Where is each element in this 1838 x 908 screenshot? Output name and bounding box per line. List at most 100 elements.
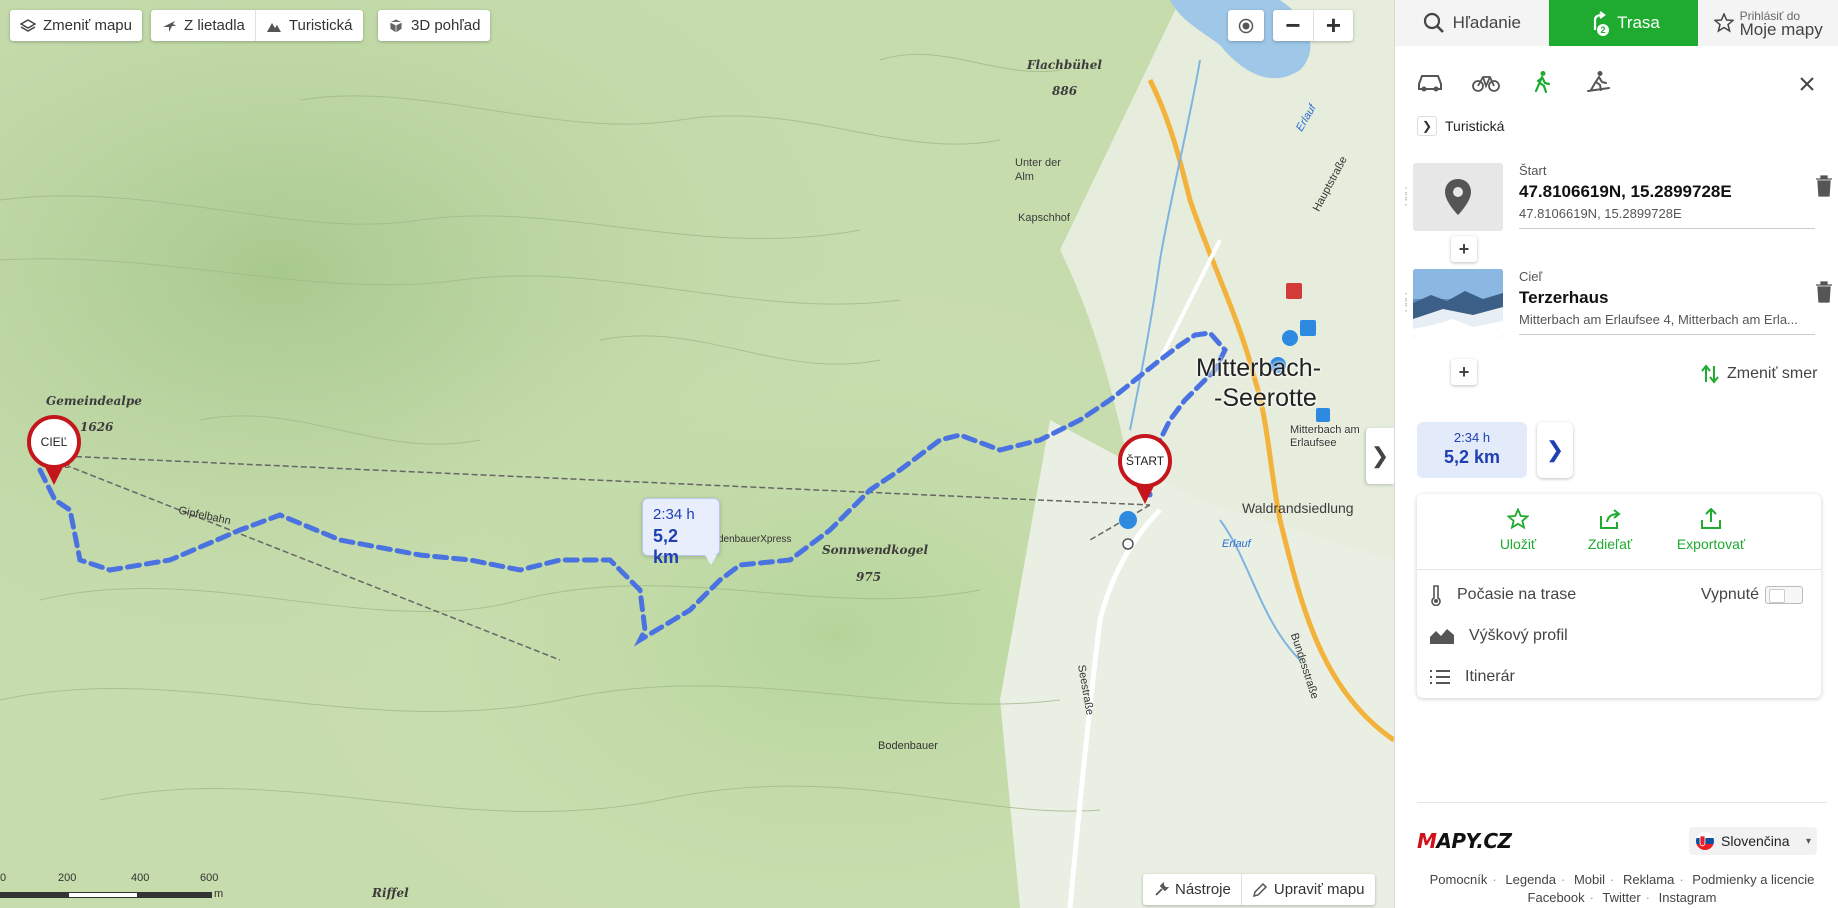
close-route-button[interactable] (1795, 72, 1819, 96)
link-help[interactable]: Pomocník (1430, 872, 1488, 887)
label-kapschhof: Kapschhof (1018, 212, 1070, 224)
label-gemeindealpe-elevation: 1626 (80, 420, 114, 434)
swap-direction-button[interactable]: Zmeniť smer (1701, 364, 1817, 384)
locate-button[interactable] (1228, 10, 1264, 41)
save-route-button[interactable]: Uložiť (1487, 508, 1549, 569)
itinerary-row[interactable]: Itinerár (1417, 656, 1821, 697)
link-terms[interactable]: Podmienky a licencie (1692, 872, 1814, 887)
sidebar-footer: MAPY.CZ Slovenčina ▾ Pomocník · Legenda · … (1417, 802, 1827, 907)
footer-links: Pomocník · Legenda · Mobil · Reklama · Podmi… (1429, 872, 1815, 905)
add-waypoint-end-button[interactable]: + (1451, 359, 1477, 385)
delete-end-button[interactable] (1815, 281, 1833, 306)
3d-view-label: 3D pohľad (411, 17, 481, 34)
change-map-label: Zmeniť mapu (43, 17, 132, 34)
add-waypoint-button[interactable]: + (1451, 236, 1477, 262)
elevation-profile-label: Výškový profil (1469, 626, 1568, 644)
edit-map-button[interactable]: Upraviť mapu (1240, 874, 1375, 905)
tab-route-label: Trasa (1617, 13, 1660, 32)
edit-map-label: Upraviť mapu (1273, 881, 1365, 898)
route-detail-panel: Uložiť Zdieľať Exportovať Počasie na tra… (1417, 494, 1821, 698)
end-pin[interactable]: CIEĽ (27, 415, 81, 491)
link-legend[interactable]: Legenda (1505, 872, 1556, 887)
tourist-button[interactable]: Turistická (254, 10, 363, 41)
bike-icon (1472, 76, 1500, 92)
pencil-icon (1252, 882, 1267, 897)
language-selector[interactable]: Slovenčina ▾ (1689, 827, 1817, 855)
tab-my-maps-bottom: Moje mapy (1739, 20, 1823, 39)
tab-search[interactable]: Hľadanie (1395, 0, 1549, 46)
mode-car[interactable] (1415, 68, 1445, 96)
waypoint-end-info[interactable]: Cieľ Terzerhaus Mitterbach am Erlaufsee … (1519, 269, 1815, 335)
zoom-out-button[interactable]: − (1273, 10, 1313, 41)
mountain-photo-icon (1413, 269, 1503, 337)
label-gemeindealpe: Gemeindealpe (46, 394, 142, 408)
share-icon (1600, 509, 1621, 529)
list-icon (1430, 669, 1450, 684)
route-profile-selector[interactable]: ❯ Turistická (1417, 116, 1504, 136)
waypoint-end[interactable]: ⋮⋮ ⋮⋮ Cieľ Terzerhaus Mitterbach am Erlau… (1399, 269, 1833, 339)
weather-row[interactable]: Počasie na trase Vypnuté (1417, 574, 1821, 615)
link-instagram[interactable]: Instagram (1659, 890, 1717, 905)
waypoint-end-photo (1413, 269, 1503, 337)
route-summary[interactable]: 2:34 h 5,2 km (1417, 422, 1527, 478)
link-facebook[interactable]: Facebook (1528, 890, 1585, 905)
slovak-flag-icon (1696, 832, 1714, 850)
map-canvas[interactable]: Flachbühel 886 Unter der Alm Kapschhof G… (0, 0, 1394, 908)
start-pin[interactable]: ŠTART (1118, 434, 1172, 510)
weather-toggle[interactable] (1765, 585, 1803, 604)
share-route-button[interactable]: Zdieľať (1579, 508, 1641, 569)
route-summary-bubble[interactable]: 2:34 h 5,2 km (642, 498, 720, 567)
waypoint-start-info[interactable]: Štart 47.8106619N, 15.2899728E 47.810661… (1519, 163, 1815, 229)
mode-ski[interactable] (1583, 68, 1613, 96)
aerial-button[interactable]: Z lietadla (151, 10, 255, 41)
link-ads[interactable]: Reklama (1623, 872, 1674, 887)
map-terrain (0, 0, 1394, 908)
tab-my-maps[interactable]: Prihlásiť do Moje mapy (1698, 0, 1838, 46)
route-icon: 2 (1587, 10, 1610, 36)
scale-tick-0: 0 (0, 872, 7, 884)
scale-tick-600: 600 (200, 872, 219, 884)
3d-view-button[interactable]: 3D pohľad (378, 10, 491, 41)
route-sidebar: Hľadanie 2 Trasa Prihlásiť do Moje mapy (1394, 0, 1838, 908)
target-icon (1238, 18, 1254, 33)
link-twitter[interactable]: Twitter (1602, 890, 1640, 905)
route-badge: 2 (1597, 24, 1610, 36)
swap-direction-label: Zmeniť smer (1727, 365, 1818, 382)
waypoint-start-label: Štart (1519, 163, 1547, 178)
change-map-button[interactable]: Zmeniť mapu (10, 10, 142, 41)
label-sonnwendkogel-elevation: 975 (856, 570, 882, 584)
logo-m: M (1417, 829, 1437, 853)
link-mobile[interactable]: Mobil (1574, 872, 1605, 887)
star-icon (1713, 13, 1734, 33)
mode-hike[interactable] (1527, 68, 1557, 96)
tools-button[interactable]: Nástroje (1143, 874, 1241, 905)
star-icon (1507, 508, 1529, 530)
logo-rest: APY.CZ (1436, 829, 1512, 853)
route-summary-distance: 5,2 km (1443, 447, 1501, 467)
label-erlauf-south: Erlauf (1222, 538, 1251, 550)
delete-start-button[interactable] (1815, 175, 1833, 200)
zoom-in-button[interactable]: + (1313, 10, 1353, 41)
scale-bar-1 (0, 892, 68, 898)
close-icon (1800, 77, 1814, 91)
map-type-switcher: Z lietadla Turistická (151, 10, 363, 41)
label-xpress: denbauerXpress (718, 534, 792, 545)
tab-route[interactable]: 2 Trasa (1548, 0, 1699, 46)
next-route-variant-button[interactable]: ❯ (1537, 422, 1573, 478)
share-route-label: Zdieľať (1587, 536, 1633, 552)
car-icon (1418, 75, 1442, 92)
elevation-profile-row[interactable]: Výškový profil (1417, 615, 1821, 656)
collapse-panel-button[interactable]: ❯ (1366, 428, 1394, 484)
export-route-button[interactable]: Exportovať (1671, 508, 1751, 569)
label-flachbuhel: Flachbühel (1027, 58, 1102, 72)
waypoint-end-label: Cieľ (1519, 269, 1543, 284)
waypoint-start[interactable]: ⋮⋮ ⋮⋮ Štart 47.8106619N, 15.2899728E 47.8… (1399, 163, 1833, 233)
search-icon (1423, 12, 1444, 33)
weather-state: Vypnuté (1700, 585, 1759, 603)
swap-icon (1701, 364, 1719, 384)
transport-modes (1415, 68, 1613, 96)
mode-bike[interactable] (1471, 68, 1501, 96)
export-icon (1701, 508, 1721, 529)
waypoint-end-name: Terzerhaus (1519, 288, 1609, 307)
weather-label: Počasie na trase (1457, 585, 1577, 603)
